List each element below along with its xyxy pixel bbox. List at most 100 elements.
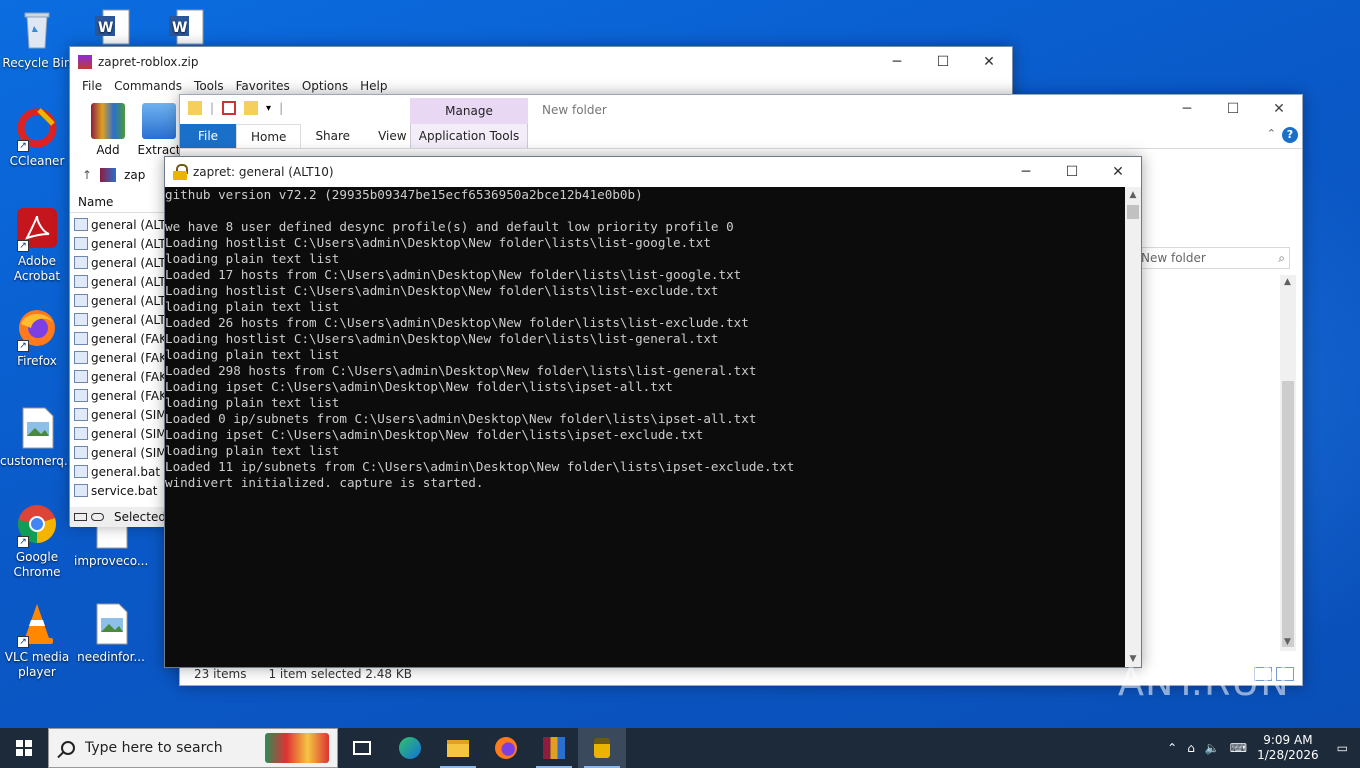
taskbar-winrar[interactable] — [530, 728, 578, 768]
console-line: loading plain text list — [165, 443, 340, 458]
winrar-file-list: general (ALT6 general (ALT7 general (ALT8 g… — [74, 215, 166, 500]
start-button[interactable] — [0, 728, 48, 768]
volume-icon[interactable]: 🔈 — [1205, 741, 1220, 755]
file-list-row[interactable]: general (ALT8 — [74, 253, 166, 272]
console-titlebar[interactable]: zapret: general (ALT10) ─ ☐ ✕ — [165, 157, 1141, 187]
file-list-row[interactable]: general (SIMP — [74, 405, 166, 424]
network-icon[interactable]: ⌂ — [1187, 741, 1195, 755]
desktop-icon-vlc[interactable]: ↗ VLC media player — [0, 602, 74, 680]
console-line: Loaded 17 hosts from C:\Users\admin\Desk… — [165, 267, 742, 282]
file-list-row[interactable]: general (FAKE — [74, 367, 166, 386]
batch-file-icon — [74, 370, 88, 383]
new-folder-icon[interactable] — [244, 101, 259, 115]
console-scrollbar[interactable]: ▲ ▼ — [1125, 187, 1141, 667]
batch-file-icon — [74, 465, 88, 478]
tab-home[interactable]: Home — [236, 124, 302, 148]
notification-icon[interactable]: ▭ — [1337, 741, 1348, 755]
file-name: general (ALT1 — [91, 312, 166, 327]
file-list-row[interactable]: general (SIMP — [74, 424, 166, 443]
properties-icon[interactable] — [222, 101, 237, 115]
tab-file[interactable]: File — [180, 124, 236, 148]
manage-tab[interactable]: Manage — [410, 98, 528, 124]
console-scrollbar-thumb[interactable] — [1127, 205, 1139, 219]
file-name: general (ALT9 — [91, 274, 166, 289]
batch-file-icon — [74, 446, 88, 459]
desktop-icon-needinfor[interactable]: needinfor... — [74, 602, 148, 665]
maximize-icon[interactable]: ☐ — [1210, 95, 1256, 123]
console-line: Loading ipset C:\Users\admin\Desktop\New… — [165, 379, 673, 394]
batch-file-icon — [74, 484, 88, 497]
add-button[interactable]: Add — [84, 103, 132, 157]
taskbar-file-explorer[interactable] — [434, 728, 482, 768]
up-arrow-icon[interactable]: ↑ — [82, 168, 92, 182]
file-list-row[interactable]: general (FAKE — [74, 386, 166, 405]
desktop-icon-customerq[interactable]: customerq... — [0, 406, 75, 469]
minimize-icon[interactable]: ─ — [1003, 157, 1049, 187]
minimize-icon[interactable]: ─ — [874, 47, 920, 77]
file-list-row[interactable]: general (SIMP — [74, 443, 166, 462]
file-name: general (FAKE — [91, 369, 166, 384]
close-icon[interactable]: ✕ — [1256, 95, 1302, 123]
file-list-row[interactable]: general (ALT6 — [74, 215, 166, 234]
desktop-icon-adobe-acrobat[interactable]: ↗ Adobe Acrobat — [0, 206, 74, 284]
taskbar-zapret-console[interactable] — [578, 728, 626, 768]
chevron-down-icon[interactable]: ▾ — [266, 103, 271, 114]
clock[interactable]: 9:09 AM 1/28/2026 — [1257, 733, 1319, 763]
desktop-icon-google-chrome[interactable]: ↗ Google Chrome — [0, 502, 74, 580]
file-list-row[interactable]: general (ALT9 — [74, 272, 166, 291]
scroll-down-icon[interactable]: ▼ — [1284, 637, 1291, 647]
file-name: general (ALT7 — [91, 236, 166, 251]
extract-button[interactable]: Extract — [135, 103, 183, 157]
winrar-titlebar[interactable]: zapret-roblox.zip ─ ☐ ✕ — [70, 47, 1012, 77]
desktop-icon-label: Recycle Bin — [2, 56, 72, 70]
file-list-row[interactable]: general (ALT1 — [74, 310, 166, 329]
file-list-row[interactable]: general (FAKE — [74, 329, 166, 348]
maximize-icon[interactable]: ☐ — [920, 47, 966, 77]
column-header-name[interactable]: Name — [70, 191, 166, 213]
drive-icon — [74, 513, 87, 521]
file-list-row[interactable]: general (FAKE — [74, 348, 166, 367]
explorer-scrollbar-thumb[interactable] — [1282, 381, 1294, 647]
desktop-icon-ccleaner[interactable]: ↗ CCleaner — [0, 106, 74, 169]
close-icon[interactable]: ✕ — [1095, 157, 1141, 187]
console-line: Loaded 0 ip/subnets from C:\Users\admin\… — [165, 411, 757, 426]
maximize-icon[interactable]: ☐ — [1049, 157, 1095, 187]
taskbar-search[interactable]: Type here to search — [48, 728, 338, 768]
desktop-icon-label: needinfor... — [77, 650, 145, 664]
tab-application-tools[interactable]: Application Tools — [410, 124, 528, 148]
task-view-button[interactable] — [338, 728, 386, 768]
shortcut-arrow-icon: ↗ — [17, 636, 29, 648]
close-icon[interactable]: ✕ — [966, 47, 1012, 77]
console-window[interactable]: zapret: general (ALT10) ─ ☐ ✕ github ver… — [164, 156, 1142, 668]
console-line: Loading hostlist C:\Users\admin\Desktop\… — [165, 283, 719, 298]
file-list-row[interactable]: general (ALT7 — [74, 234, 166, 253]
separator: | — [210, 101, 215, 115]
batch-file-icon — [74, 275, 88, 288]
file-list-row[interactable]: general.bat — [74, 462, 166, 481]
menu-commands[interactable]: Commands — [108, 77, 188, 97]
add-archive-icon — [91, 103, 125, 139]
collapse-ribbon-icon[interactable]: ⌃ — [1267, 127, 1276, 140]
chevron-up-icon[interactable]: ⌃ — [1167, 741, 1177, 755]
language-icon[interactable]: ⌨ — [1230, 741, 1247, 755]
search-icon — [61, 741, 75, 755]
minimize-icon[interactable]: ─ — [1164, 95, 1210, 123]
file-list-row[interactable]: service.bat — [74, 481, 166, 500]
file-list-row[interactable]: general (ALT1 — [74, 291, 166, 310]
help-icon[interactable]: ? — [1282, 127, 1298, 143]
tab-share[interactable]: Share — [301, 124, 364, 148]
search-input[interactable]: New folder ⌕ — [1136, 247, 1290, 269]
scroll-up-icon[interactable]: ▲ — [1284, 277, 1291, 287]
batch-file-icon — [74, 294, 88, 307]
winrar-app-icon — [78, 55, 92, 69]
desktop-icon-firefox[interactable]: ↗ Firefox — [0, 306, 74, 369]
batch-file-icon — [74, 351, 88, 364]
desktop-icon-recycle-bin[interactable]: Recycle Bin — [0, 8, 74, 71]
scroll-up-icon[interactable]: ▲ — [1125, 187, 1141, 203]
desktop-icon-label: Firefox — [17, 354, 57, 368]
console-output[interactable]: github version v72.2 (29935b09347be15ecf… — [165, 187, 1125, 667]
console-line: loading plain text list — [165, 251, 340, 266]
taskbar-edge[interactable] — [386, 728, 434, 768]
taskbar-firefox[interactable] — [482, 728, 530, 768]
menu-file[interactable]: File — [76, 77, 108, 97]
